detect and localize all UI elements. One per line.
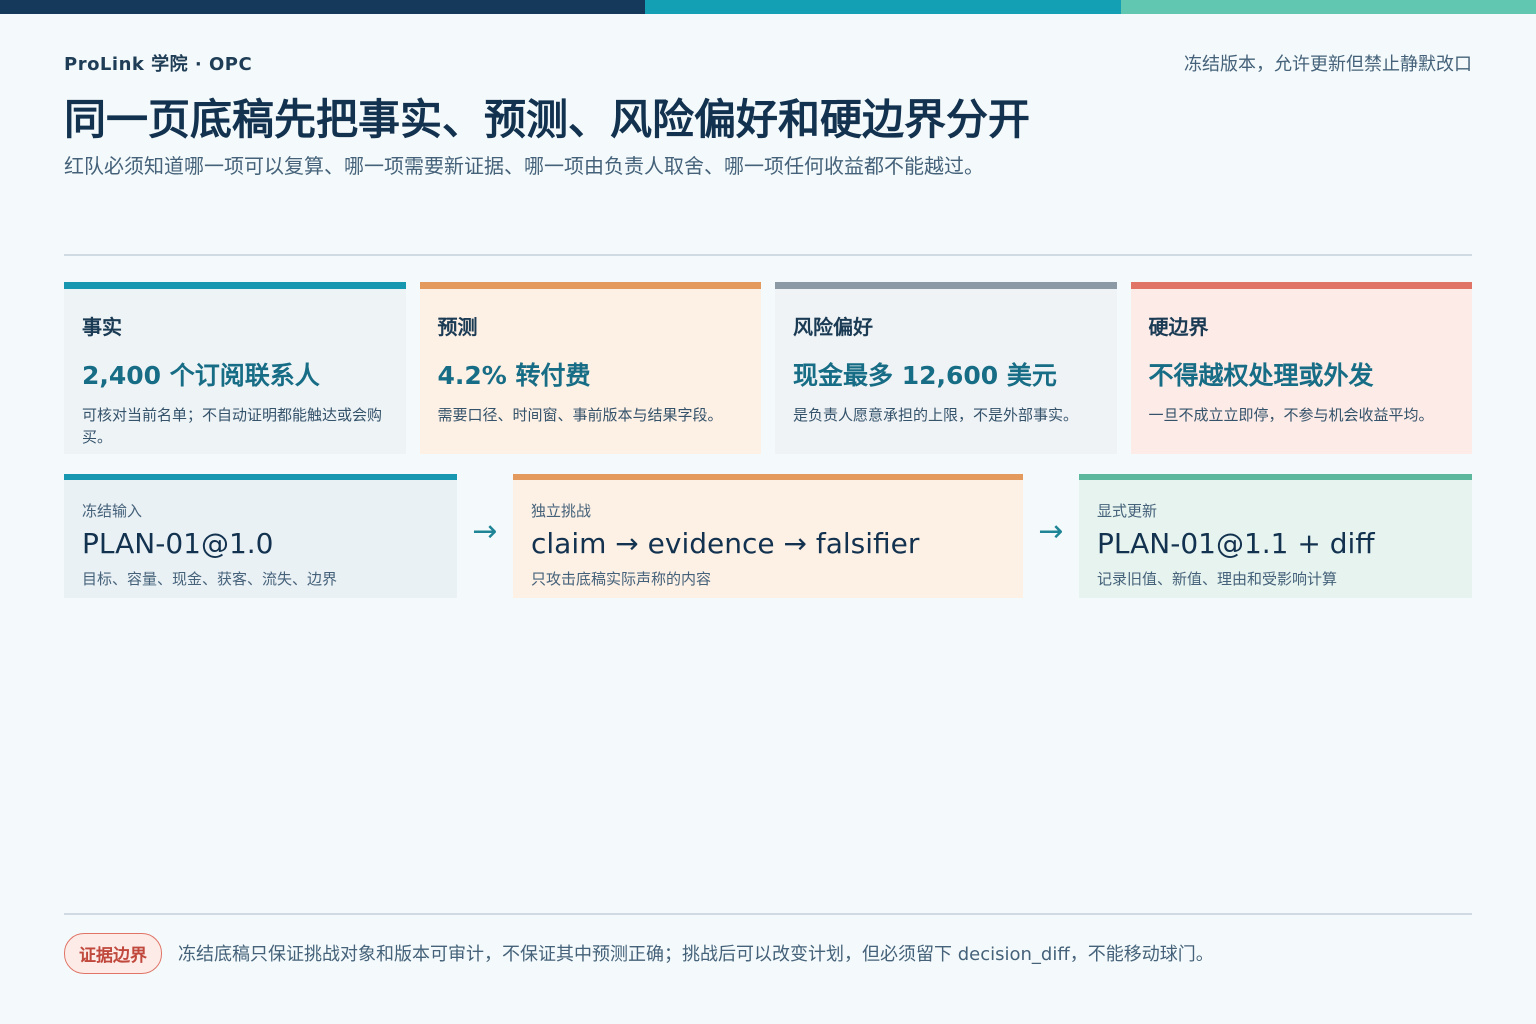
flow-step-label: 显式更新 [1097, 502, 1158, 520]
top-color-bar [0, 0, 1536, 14]
card-prediction: 预测 4.2% 转付费 需要口径、时间窗、事前版本与结果字段。 [419, 282, 761, 454]
divider-bottom [64, 913, 1472, 915]
flow-step-independent-challenge: 独立挑战 claim → evidence → falsifier 只攻击底稿实… [513, 474, 1023, 598]
card-label: 风险偏好 [793, 315, 873, 339]
flow-step-frozen-input: 冻结输入 PLAN-01@1.0 目标、容量、现金、获客、流失、边界 [64, 474, 457, 598]
page-subtitle: 红队必须知道哪一项可以复算、哪一项需要新证据、哪一项由负责人取舍、哪一项任何收益… [64, 154, 984, 178]
footer-text: 冻结底稿只保证挑战对象和版本可审计，不保证其中预测正确；挑战后可以改变计划，但必… [178, 944, 1214, 965]
flow-step-description: 记录旧值、新值、理由和受影响计算 [1097, 570, 1338, 588]
flow-step-label: 冻结输入 [82, 502, 143, 520]
flow-step-title: PLAN-01@1.0 [82, 527, 274, 560]
flow-step-title: claim → evidence → falsifier [531, 527, 920, 560]
category-cards: 事实 2,400 个订阅联系人 可核对当前名单；不自动证明都能触达或会购买。 预… [64, 282, 1472, 454]
card-label: 预测 [437, 315, 478, 339]
card-description: 需要口径、时间窗、事前版本与结果字段。 [437, 406, 723, 424]
card-fact: 事实 2,400 个订阅联系人 可核对当前名单；不自动证明都能触达或会购买。 [64, 282, 406, 454]
flow-step-description: 目标、容量、现金、获客、流失、边界 [82, 570, 338, 588]
flow-step-label: 独立挑战 [531, 502, 592, 520]
version-note: 冻结版本，允许更新但禁止静默改口 [1184, 54, 1472, 75]
card-risk-preference: 风险偏好 现金最多 12,600 美元 是负责人愿意承担的上限，不是外部事实。 [775, 282, 1117, 454]
top-bar-segment-teal [645, 0, 1121, 14]
right-arrow-icon: → [472, 514, 498, 549]
card-value: 2,400 个订阅联系人 [82, 361, 320, 390]
card-value: 现金最多 12,600 美元 [793, 361, 1057, 390]
card-value: 4.2% 转付费 [437, 361, 591, 390]
card-value: 不得越权处理或外发 [1148, 361, 1374, 390]
evidence-boundary-badge: 证据边界 [64, 932, 162, 974]
card-description: 一旦不成立立即停，不参与机会收益平均。 [1148, 406, 1434, 424]
card-label: 硬边界 [1148, 315, 1209, 339]
footer-note: 证据边界 冻结底稿只保证挑战对象和版本可审计，不保证其中预测正确；挑战后可以改变… [64, 932, 1214, 974]
flow-step-title: PLAN-01@1.1 + diff [1097, 527, 1375, 560]
flow-step-explicit-update: 显式更新 PLAN-01@1.1 + diff 记录旧值、新值、理由和受影响计算 [1079, 474, 1472, 598]
top-bar-segment-navy [0, 0, 645, 14]
page-title: 同一页底稿先把事实、预测、风险偏好和硬边界分开 [64, 95, 1031, 144]
card-hard-boundary: 硬边界 不得越权处理或外发 一旦不成立立即停，不参与机会收益平均。 [1130, 282, 1472, 454]
divider-top [64, 254, 1472, 256]
card-description: 是负责人愿意承担的上限，不是外部事实。 [793, 406, 1079, 424]
flow-step-description: 只攻击底稿实际声称的内容 [531, 570, 712, 588]
process-flow: 冻结输入 PLAN-01@1.0 目标、容量、现金、获客、流失、边界 → 独立挑… [64, 474, 1472, 598]
card-description: 可核对当前名单；不自动证明都能触达或会购买。 [82, 406, 383, 446]
card-label: 事实 [82, 315, 122, 339]
brand-label: ProLink 学院 · OPC [64, 54, 253, 75]
top-bar-segment-mint [1121, 0, 1536, 14]
right-arrow-icon: → [1038, 514, 1064, 549]
